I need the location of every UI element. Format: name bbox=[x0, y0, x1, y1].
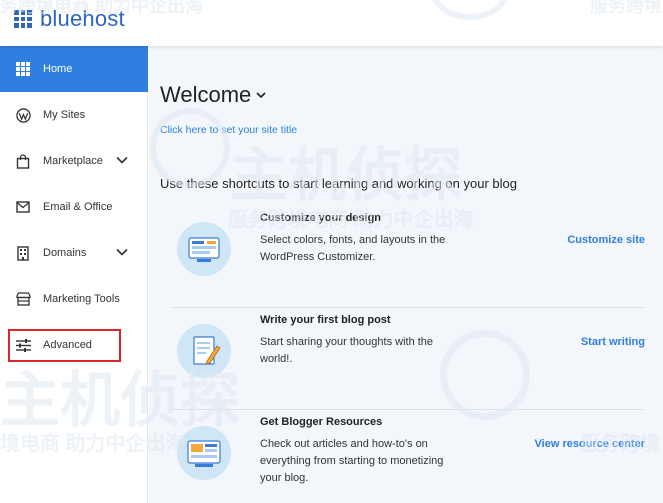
design-illustration-icon bbox=[177, 222, 231, 276]
sidebar-item-home[interactable]: Home bbox=[0, 46, 148, 92]
sidebar-item-label: Email & Office bbox=[43, 201, 113, 213]
bluehost-logo[interactable]: bluehost bbox=[14, 6, 125, 32]
card-title: Get Blogger Resources bbox=[260, 416, 383, 428]
sidebar-item-label: Home bbox=[43, 63, 73, 75]
blog-post-illustration-icon bbox=[177, 324, 231, 378]
sidebar-item-label: Marketing Tools bbox=[43, 293, 120, 305]
sidebar: Home My Sites Marketplace Email & Office… bbox=[0, 46, 148, 503]
bluehost-grid-icon bbox=[14, 10, 32, 28]
welcome-text: Welcome bbox=[160, 82, 252, 107]
resources-illustration-icon bbox=[177, 426, 231, 480]
view-resource-center-link[interactable]: View resource center bbox=[535, 438, 645, 450]
bluehost-icon bbox=[15, 61, 31, 77]
chevron-down-icon[interactable] bbox=[115, 153, 129, 167]
shortcut-card-write: Write your first blog post Start sharing… bbox=[171, 308, 645, 410]
chevron-down-icon[interactable] bbox=[115, 245, 129, 259]
set-site-title-link[interactable]: Click here to set your site title bbox=[160, 124, 297, 136]
card-title: Write your first blog post bbox=[260, 314, 391, 326]
sidebar-item-marketing-tools[interactable]: Marketing Tools bbox=[0, 276, 148, 322]
start-writing-link[interactable]: Start writing bbox=[581, 336, 645, 348]
wordpress-icon bbox=[15, 107, 31, 123]
sidebar-item-label: My Sites bbox=[43, 109, 86, 121]
shopping-bag-icon bbox=[15, 153, 31, 169]
sidebar-item-label: Domains bbox=[43, 247, 87, 259]
card-description: Start sharing your thoughts with the wor… bbox=[260, 336, 434, 365]
brand-name: bluehost bbox=[40, 6, 125, 31]
building-icon bbox=[15, 245, 31, 261]
card-description: Check out articles and how-to's on every… bbox=[260, 438, 444, 484]
sidebar-item-domains[interactable]: Domains bbox=[0, 230, 148, 276]
sidebar-item-my-sites[interactable]: My Sites bbox=[0, 92, 148, 138]
highlight-box bbox=[8, 329, 121, 362]
card-description: Select colors, fonts, and layouts in the… bbox=[260, 234, 446, 263]
customize-site-link[interactable]: Customize site bbox=[567, 234, 645, 246]
chevron-down-icon[interactable] bbox=[255, 89, 267, 101]
shortcuts-heading: Use these shortcuts to start learning an… bbox=[160, 176, 517, 191]
main-content: Welcome Click here to set your site titl… bbox=[149, 46, 663, 503]
sidebar-item-label: Marketplace bbox=[43, 155, 103, 167]
welcome-heading[interactable]: Welcome bbox=[160, 82, 267, 108]
sidebar-item-email-office[interactable]: Email & Office bbox=[0, 184, 148, 230]
shortcut-card-customize: Customize your design Select colors, fon… bbox=[171, 206, 645, 308]
shortcut-card-resources: Get Blogger Resources Check out articles… bbox=[171, 410, 645, 503]
card-title: Customize your design bbox=[260, 212, 382, 224]
storefront-icon bbox=[15, 291, 31, 307]
envelope-icon bbox=[15, 199, 31, 215]
sidebar-item-marketplace[interactable]: Marketplace bbox=[0, 138, 148, 184]
top-bar: bluehost bbox=[0, 0, 663, 46]
